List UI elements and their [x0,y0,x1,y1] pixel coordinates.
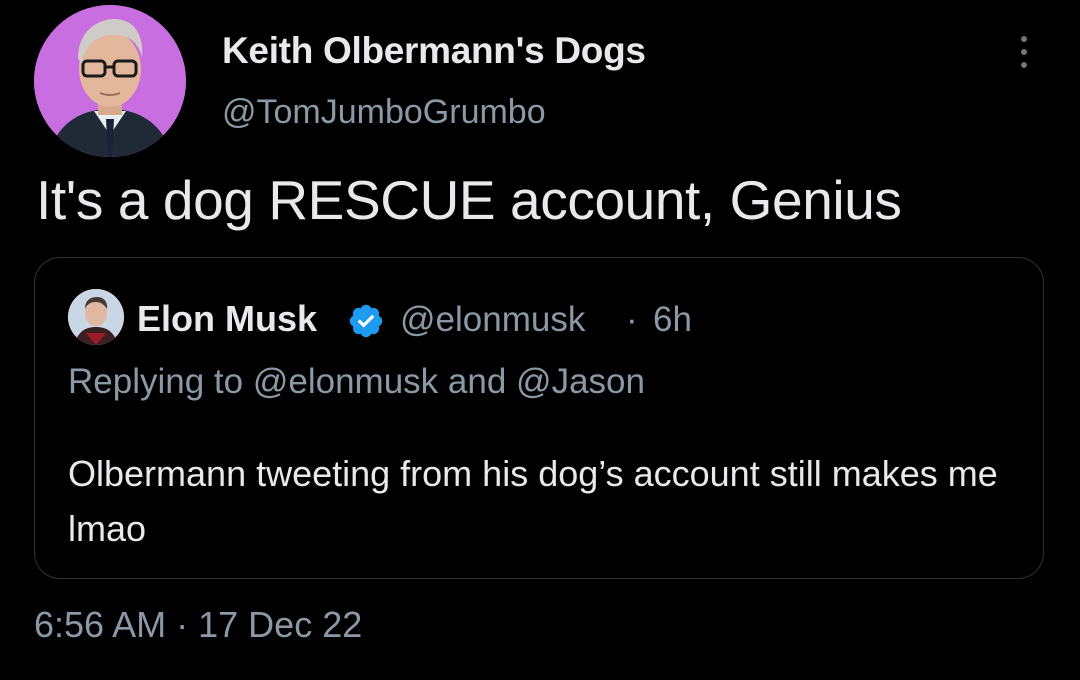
quoted-author-handle[interactable]: @elonmusk [400,300,585,340]
replying-joiner: and [447,362,507,401]
timestamp-separator: · [176,604,189,645]
author-avatar[interactable] [34,5,186,157]
quoted-tweet-age[interactable]: 6h [653,300,692,340]
tweet-text: It's a dog RESCUE account, Genius [36,169,902,231]
tweet-date[interactable]: 17 Dec 22 [198,604,362,645]
replying-prefix: Replying to [68,362,244,401]
author-display-name[interactable]: Keith Olbermann's Dogs [222,30,646,72]
quoted-separator: · [626,300,638,339]
quoted-author-display-name[interactable]: Elon Musk [137,298,317,340]
verified-badge-icon [349,304,383,338]
tweet: Keith Olbermann's Dogs @TomJumboGrumbo I… [0,0,1080,680]
tweet-time[interactable]: 6:56 AM [34,604,166,645]
quoted-tweet-text: Olbermann tweeting from his dog’s accoun… [68,453,998,549]
author-avatar-image [34,5,186,157]
quoted-author-avatar[interactable] [68,289,124,345]
author-handle[interactable]: @TomJumboGrumbo [222,93,546,132]
replying-user-link[interactable]: @elonmusk [253,362,438,401]
quoted-author-avatar-image [68,289,124,345]
replying-user-link[interactable]: @Jason [516,362,645,401]
replying-to-line: Replying to @elonmusk and @Jason [68,362,645,402]
more-vertical-icon[interactable] [1004,30,1044,74]
tweet-timestamp: 6:56 AM · 17 Dec 22 [34,604,362,646]
